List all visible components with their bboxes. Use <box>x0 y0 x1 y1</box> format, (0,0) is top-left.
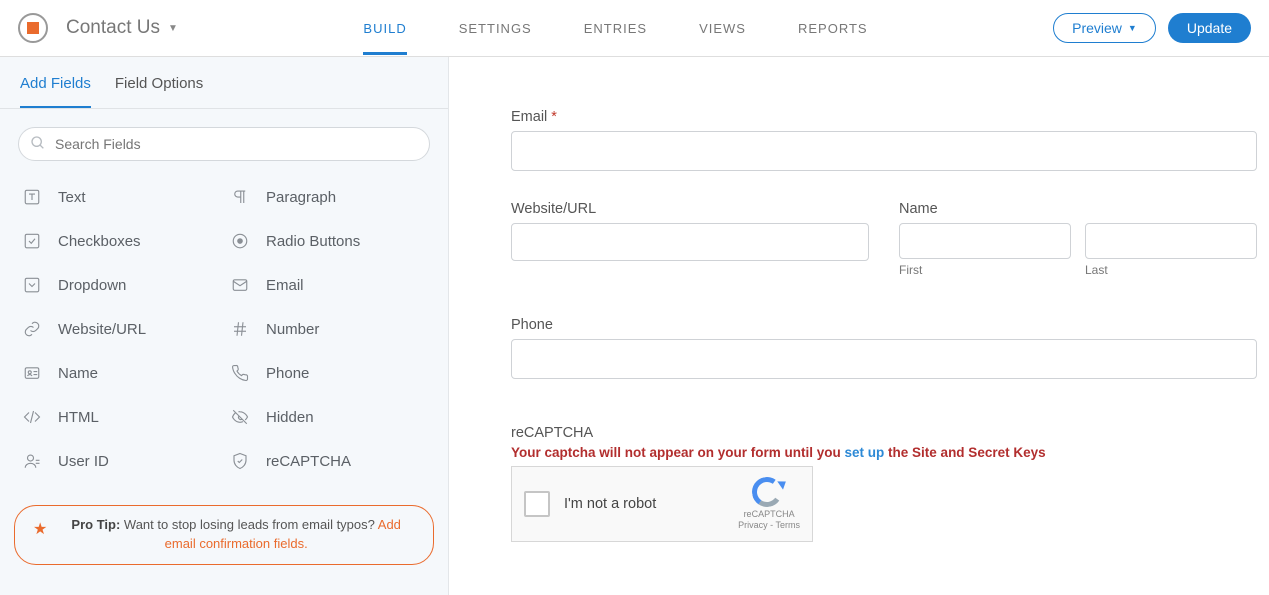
name-card-icon <box>22 363 42 383</box>
field-label: Checkboxes <box>58 233 141 250</box>
main-nav: BUILD SETTINGS ENTRIES VIEWS REPORTS <box>178 1 1053 55</box>
form-field-name[interactable]: Name First Last <box>899 201 1257 277</box>
phone-input[interactable] <box>511 339 1257 379</box>
form-title: Contact Us <box>66 17 160 39</box>
tab-reports[interactable]: REPORTS <box>798 1 868 55</box>
sidebar: Add Fields Field Options Text Paragraph … <box>0 57 449 595</box>
name-label: Name <box>899 201 1257 217</box>
tab-entries[interactable]: ENTRIES <box>584 1 647 55</box>
phone-icon <box>230 363 250 383</box>
recaptcha-logo-icon <box>752 477 786 507</box>
update-button[interactable]: Update <box>1168 13 1251 43</box>
field-type-text[interactable]: Text <box>18 177 222 217</box>
search-input[interactable] <box>18 127 430 161</box>
recaptcha-widget[interactable]: I'm not a robot reCAPTCHA Privacy - Term… <box>511 466 813 542</box>
sidebar-tab-add-fields[interactable]: Add Fields <box>20 75 91 108</box>
field-type-name[interactable]: Name <box>18 353 222 393</box>
field-type-recaptcha[interactable]: reCAPTCHA <box>226 441 430 481</box>
hash-icon <box>230 319 250 339</box>
checkbox-icon <box>22 231 42 251</box>
text-icon <box>22 187 42 207</box>
website-input[interactable] <box>511 223 869 261</box>
field-label: Paragraph <box>266 189 336 206</box>
phone-label: Phone <box>511 317 1257 333</box>
field-label: Radio Buttons <box>266 233 360 250</box>
recaptcha-brand: reCAPTCHA <box>738 509 800 520</box>
app-header: Contact Us ▼ BUILD SETTINGS ENTRIES VIEW… <box>0 0 1269 57</box>
website-label: Website/URL <box>511 201 869 217</box>
field-type-paragraph[interactable]: Paragraph <box>226 177 430 217</box>
shield-icon <box>230 451 250 471</box>
recaptcha-warning: Your captcha will not appear on your for… <box>511 445 1257 460</box>
field-label: Text <box>58 189 86 206</box>
field-label: Phone <box>266 365 309 382</box>
field-type-html[interactable]: HTML <box>18 397 222 437</box>
protip-banner: ★ Pro Tip: Want to stop losing leads fro… <box>14 505 434 565</box>
field-label: User ID <box>58 453 109 470</box>
field-type-hidden[interactable]: Hidden <box>226 397 430 437</box>
field-label: Website/URL <box>58 321 146 338</box>
sidebar-tab-field-options[interactable]: Field Options <box>115 75 203 108</box>
protip-label: Pro Tip: <box>71 517 120 532</box>
field-type-checkboxes[interactable]: Checkboxes <box>18 221 222 261</box>
field-type-website[interactable]: Website/URL <box>18 309 222 349</box>
field-label: HTML <box>58 409 99 426</box>
user-icon <box>22 451 42 471</box>
form-title-dropdown[interactable]: Contact Us ▼ <box>66 17 178 39</box>
paragraph-icon <box>230 187 250 207</box>
field-label: Email <box>266 277 304 294</box>
setup-link[interactable]: set up <box>845 445 885 460</box>
last-sublabel: Last <box>1085 263 1257 277</box>
form-field-email[interactable]: Email * <box>511 109 1257 171</box>
protip-text: Want to stop losing leads from email typ… <box>120 517 377 532</box>
field-type-radio[interactable]: Radio Buttons <box>226 221 430 261</box>
email-icon <box>230 275 250 295</box>
form-field-website[interactable]: Website/URL <box>511 201 869 277</box>
form-field-recaptcha[interactable]: reCAPTCHA Your captcha will not appear o… <box>511 425 1257 542</box>
form-canvas: Email * Website/URL Name First Last <box>449 57 1269 595</box>
recaptcha-terms[interactable]: Privacy - Terms <box>738 520 800 531</box>
first-name-input[interactable] <box>899 223 1071 259</box>
star-icon: ★ <box>33 518 47 541</box>
field-label: Number <box>266 321 319 338</box>
last-name-input[interactable] <box>1085 223 1257 259</box>
first-sublabel: First <box>899 263 1071 277</box>
link-icon <box>22 319 42 339</box>
update-label: Update <box>1187 20 1232 36</box>
required-mark: * <box>551 109 557 125</box>
tab-views[interactable]: VIEWS <box>699 1 746 55</box>
preview-label: Preview <box>1072 20 1122 36</box>
chevron-down-icon: ▼ <box>1128 23 1137 33</box>
form-field-phone[interactable]: Phone <box>511 317 1257 379</box>
field-label: Hidden <box>266 409 314 426</box>
email-input[interactable] <box>511 131 1257 171</box>
recaptcha-text: I'm not a robot <box>564 496 724 512</box>
code-icon <box>22 407 42 427</box>
eye-off-icon <box>230 407 250 427</box>
field-type-userid[interactable]: User ID <box>18 441 222 481</box>
field-label: reCAPTCHA <box>266 453 351 470</box>
dropdown-icon <box>22 275 42 295</box>
search-icon <box>30 135 46 154</box>
preview-button[interactable]: Preview ▼ <box>1053 13 1156 43</box>
recaptcha-label: reCAPTCHA <box>511 425 1257 441</box>
radio-icon <box>230 231 250 251</box>
field-type-phone[interactable]: Phone <box>226 353 430 393</box>
recaptcha-checkbox[interactable] <box>524 491 550 517</box>
tab-settings[interactable]: SETTINGS <box>459 1 532 55</box>
field-type-email[interactable]: Email <box>226 265 430 305</box>
field-label: Name <box>58 365 98 382</box>
app-logo-icon <box>18 13 48 43</box>
field-type-dropdown[interactable]: Dropdown <box>18 265 222 305</box>
field-type-number[interactable]: Number <box>226 309 430 349</box>
chevron-down-icon: ▼ <box>168 23 178 34</box>
tab-build[interactable]: BUILD <box>363 1 406 55</box>
email-label: Email <box>511 109 551 125</box>
field-label: Dropdown <box>58 277 126 294</box>
